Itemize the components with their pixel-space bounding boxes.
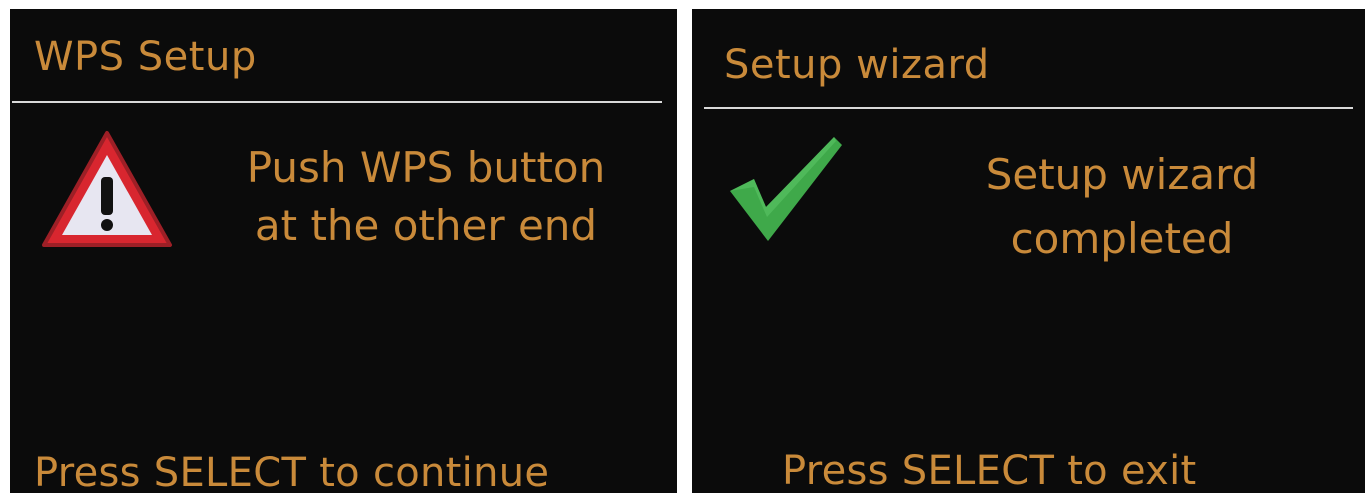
message-line: completed [1010, 214, 1234, 263]
wps-setup-screen: WPS Setup Push WPS button at the other e… [10, 9, 677, 493]
setup-wizard-screen: Setup wizard Setup wizard completed Pres… [692, 9, 1365, 493]
message-line: Setup wizard [985, 150, 1259, 199]
screen-title: Setup wizard [724, 42, 990, 88]
title-divider [704, 107, 1353, 109]
exit-prompt: Press SELECT to exit [782, 448, 1197, 493]
completion-message: Setup wizard completed [962, 143, 1282, 271]
warning-triangle-icon [38, 127, 176, 253]
checkmark-icon [726, 133, 846, 245]
screenshot-stage: WPS Setup Push WPS button at the other e… [0, 0, 1365, 493]
continue-prompt: Press SELECT to continue [34, 450, 550, 493]
message-line: Push WPS button [246, 143, 606, 192]
wps-instruction: Push WPS button at the other end [224, 139, 628, 255]
title-divider [12, 101, 662, 103]
screen-title: WPS Setup [34, 34, 257, 80]
message-line: at the other end [254, 201, 598, 250]
